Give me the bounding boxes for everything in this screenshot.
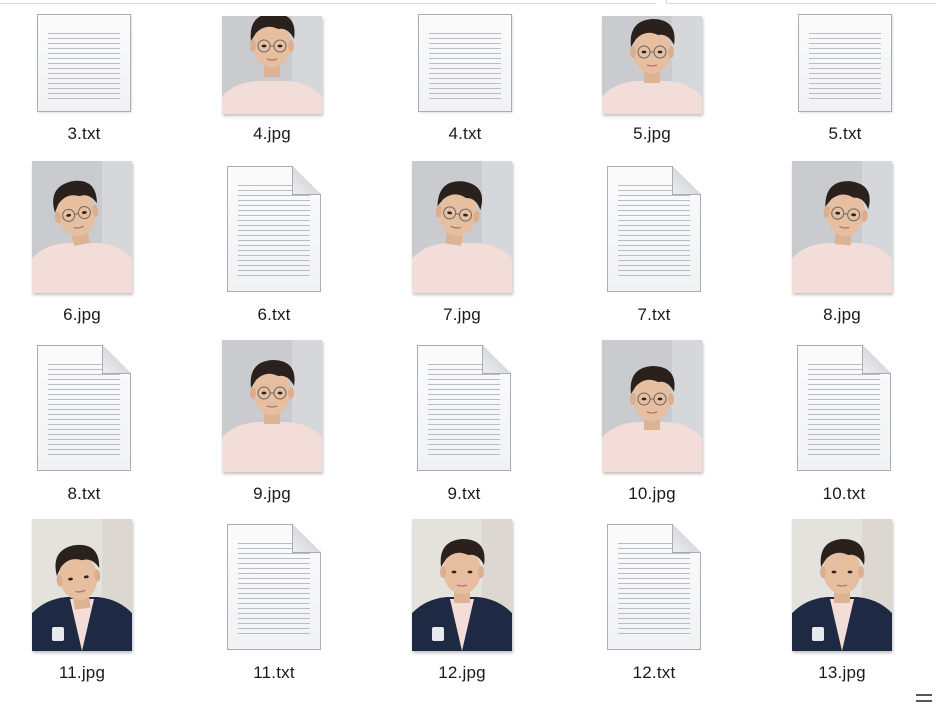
file-name: 7.txt: [637, 305, 671, 324]
text-file-icon: [227, 166, 321, 292]
file-item[interactable]: 5.jpg: [587, 0, 717, 143]
file-item[interactable]: 11.txt: [209, 519, 339, 689]
text-file-icon: [37, 345, 131, 471]
image-thumbnail-icon: [792, 519, 892, 651]
file-name: 6.jpg: [63, 305, 101, 324]
selfie-photo: [602, 16, 702, 114]
file-name: 5.txt: [828, 124, 862, 143]
selfie-photo: [602, 340, 702, 472]
file-item[interactable]: 8.jpg: [777, 161, 907, 331]
selfie-photo: [32, 161, 132, 293]
selfie-photo: [222, 16, 322, 114]
file-item[interactable]: 7.jpg: [397, 161, 527, 331]
file-item[interactable]: 13.jpg: [777, 519, 907, 689]
image-thumbnail-icon: [222, 16, 322, 114]
file-item[interactable]: 4.txt: [400, 0, 530, 143]
file-name: 9.txt: [447, 484, 481, 503]
text-file-icon: [607, 524, 701, 650]
file-item[interactable]: 10.txt: [779, 340, 909, 510]
file-name: 4.jpg: [253, 124, 291, 143]
selfie-photo: [792, 519, 892, 651]
file-name: 8.jpg: [823, 305, 861, 324]
file-item[interactable]: 12.txt: [589, 519, 719, 689]
text-file-icon: [607, 166, 701, 292]
image-thumbnail-icon: [32, 519, 132, 651]
file-name: 10.jpg: [628, 484, 676, 503]
file-name: 9.jpg: [253, 484, 291, 503]
image-thumbnail-icon: [32, 161, 132, 293]
file-name: 7.jpg: [443, 305, 481, 324]
file-name: 10.txt: [822, 484, 866, 503]
file-item[interactable]: 6.txt: [209, 161, 339, 331]
file-explorer-window: 3.txt 4.jpg 4.txt 5.jpg 5.txt 6.jpg 6.tx…: [0, 0, 936, 706]
file-name: 13.jpg: [818, 663, 866, 682]
file-item[interactable]: 7.txt: [589, 161, 719, 331]
file-name: 8.txt: [67, 484, 101, 503]
text-file-icon: [227, 524, 321, 650]
selfie-photo: [222, 340, 322, 472]
image-thumbnail-icon: [602, 16, 702, 114]
selfie-photo: [792, 161, 892, 293]
file-grid: 3.txt 4.jpg 4.txt 5.jpg 5.txt 6.jpg 6.tx…: [0, 0, 936, 706]
file-item[interactable]: 8.txt: [19, 340, 149, 510]
file-name: 6.txt: [257, 305, 291, 324]
file-item[interactable]: 5.txt: [780, 0, 910, 143]
file-name: 11.txt: [253, 663, 295, 682]
file-name: 4.txt: [448, 124, 482, 143]
file-name: 11.jpg: [58, 663, 106, 682]
selfie-photo: [412, 519, 512, 651]
file-item[interactable]: 4.jpg: [207, 0, 337, 143]
image-thumbnail-icon: [222, 340, 322, 472]
text-file-icon: [37, 14, 131, 112]
text-file-icon: [418, 14, 512, 112]
text-file-icon: [797, 345, 891, 471]
selfie-photo: [32, 519, 132, 651]
file-item[interactable]: 11.jpg: [17, 519, 147, 689]
file-item[interactable]: 9.jpg: [207, 340, 337, 510]
file-name: 5.jpg: [633, 124, 671, 143]
image-thumbnail-icon: [412, 161, 512, 293]
file-name: 12.jpg: [438, 663, 486, 682]
selfie-photo: [412, 161, 512, 293]
text-file-icon: [798, 14, 892, 112]
file-item[interactable]: 10.jpg: [587, 340, 717, 510]
file-item[interactable]: 3.txt: [19, 0, 149, 143]
image-thumbnail-icon: [412, 519, 512, 651]
image-thumbnail-icon: [602, 340, 702, 472]
image-thumbnail-icon: [792, 161, 892, 293]
file-item[interactable]: 6.jpg: [17, 161, 147, 331]
file-item[interactable]: 12.jpg: [397, 519, 527, 689]
file-name: 12.txt: [632, 663, 676, 682]
resize-grip-icon[interactable]: [916, 694, 932, 702]
text-file-icon: [417, 345, 511, 471]
file-item[interactable]: 9.txt: [399, 340, 529, 510]
file-name: 3.txt: [67, 124, 101, 143]
